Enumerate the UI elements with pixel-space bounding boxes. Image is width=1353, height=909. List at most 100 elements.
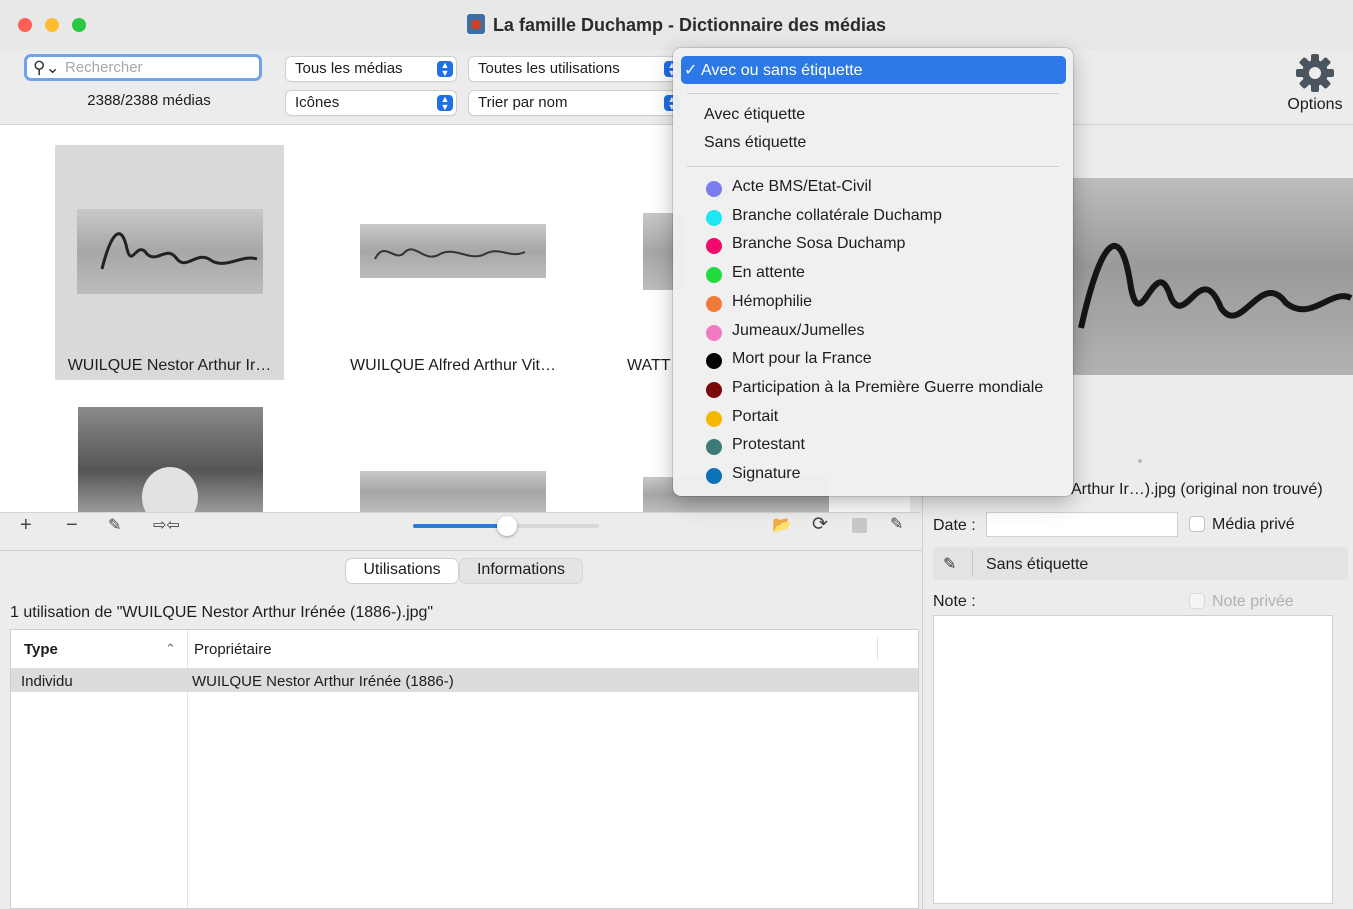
column-header-type[interactable]: Type — [24, 641, 58, 658]
media-thumbnail[interactable] — [78, 407, 263, 512]
media-filter-popup[interactable]: Tous les médias ▲ ▼ — [286, 57, 456, 81]
media-caption: WUILQUE Nestor Arthur Ir… — [67, 357, 272, 374]
tag-label: Protestant — [732, 436, 805, 454]
gear-icon — [1296, 54, 1334, 92]
refresh-button[interactable]: ⟳ — [812, 513, 828, 536]
menu-item-tag[interactable]: Acte BMS/Etat-Civil — [673, 174, 1073, 202]
tag-value: Sans étiquette — [986, 556, 1089, 573]
tag-color-dot-icon — [706, 238, 722, 255]
date-field[interactable] — [986, 512, 1178, 537]
date-label: Date : — [933, 517, 976, 534]
edit-media-button[interactable]: ✎ — [108, 515, 121, 535]
app-icon — [466, 14, 485, 34]
tag-filter-menu: ✓ Avec ou sans étiquette Avec étiquette … — [673, 48, 1073, 496]
menu-separator — [687, 93, 1059, 94]
media-preview — [1071, 178, 1353, 375]
usage-filter-popup[interactable]: Toutes les utilisations ▲ ▼ — [469, 57, 683, 81]
tag-label: Acte BMS/Etat-Civil — [732, 178, 872, 195]
menu-item-tag[interactable]: Mort pour la France — [673, 346, 1073, 374]
divider — [972, 550, 973, 577]
menu-item-tag[interactable]: Participation à la Première Guerre mondi… — [673, 375, 1073, 403]
menu-item-tag[interactable]: Signature — [673, 461, 1073, 489]
tag-label: En attente — [732, 264, 805, 282]
row-owner-cell: WUILQUE Nestor Arthur Irénée (1886-) — [192, 673, 454, 690]
menu-item-tag[interactable]: Jumeaux/Jumelles — [673, 318, 1073, 346]
media-thumbnail — [77, 209, 263, 294]
checkmark-icon: ✓ — [684, 62, 701, 79]
tag-color-dot-icon — [706, 468, 722, 484]
tag-label: Portait — [732, 407, 779, 425]
refresh-icon: ⟳ — [812, 514, 828, 535]
media-filename: Arthur Ir…).jpg (original non trouvé) — [1071, 481, 1323, 498]
menu-item-tag[interactable]: Hémophilie — [673, 289, 1073, 317]
sort-value: Trier par nom — [478, 94, 568, 111]
tab-informations[interactable]: Informations — [460, 559, 582, 583]
edit-square-icon: ✎ — [890, 516, 904, 533]
menu-item-tag[interactable]: Portait — [673, 404, 1073, 432]
view-mode-value: Icônes — [295, 94, 340, 111]
edit-info-button[interactable]: ✎ — [890, 514, 903, 534]
save-button[interactable] — [852, 518, 867, 533]
menu-item-tag[interactable]: Branche Sosa Duchamp — [673, 231, 1073, 259]
view-mode-popup[interactable]: Icônes ▲ ▼ — [286, 91, 456, 115]
splitter-handle[interactable] — [1138, 459, 1142, 463]
options-button[interactable]: Options — [1280, 52, 1350, 122]
tag-label: Participation à la Première Guerre mondi… — [732, 378, 1044, 396]
media-thumbnail[interactable] — [360, 224, 546, 278]
media-filter-value: Tous les médias — [295, 60, 403, 77]
add-media-button[interactable]: + — [20, 514, 32, 537]
private-note-label: Note privée — [1212, 593, 1294, 610]
tab-utilisations[interactable]: Utilisations — [346, 559, 458, 583]
table-row[interactable] — [11, 668, 918, 692]
tag-label: Hémophilie — [732, 292, 813, 310]
usage-summary: 1 utilisation de "WUILQUE Nestor Arthur … — [10, 604, 434, 621]
tag-label: Signature — [732, 465, 801, 482]
tag-color-dot-icon — [706, 324, 722, 341]
menu-item-tag[interactable]: Branche collatérale Duchamp — [673, 203, 1073, 231]
private-media-checkbox[interactable] — [1189, 516, 1205, 532]
remove-media-button[interactable]: − — [66, 514, 78, 537]
tag-label: Branche collatérale Duchamp — [732, 206, 942, 224]
note-label: Note : — [933, 593, 976, 610]
open-folder-button[interactable]: 📂 — [772, 515, 792, 535]
column-header-owner[interactable]: Propriétaire — [194, 641, 272, 658]
search-input[interactable]: ⚲⌄ Rechercher — [24, 54, 262, 81]
media-caption: WUILQUE Alfred Arthur Vit… — [350, 357, 556, 374]
tag-label: Branche Sosa Duchamp — [732, 235, 906, 253]
thumbnail-size-slider[interactable] — [413, 516, 599, 536]
search-placeholder: Rechercher — [65, 59, 143, 76]
tag-color-dot-icon — [706, 439, 722, 456]
tag-color-dot-icon — [706, 209, 722, 226]
chevron-updown-icon: ▲ ▼ — [437, 95, 453, 112]
pencil-icon: ✎ — [108, 517, 122, 534]
slider-knob[interactable] — [497, 516, 517, 536]
tag-color-dot-icon — [706, 295, 722, 312]
private-note-checkbox[interactable] — [1189, 593, 1205, 609]
media-thumbnail[interactable] — [360, 471, 546, 512]
usage-filter-value: Toutes les utilisations — [478, 60, 620, 77]
merge-media-button[interactable]: ⇨⇦ — [153, 515, 180, 535]
menu-item-selected[interactable]: ✓ Avec ou sans étiquette — [681, 56, 1066, 84]
slider-fill — [413, 524, 505, 528]
tag-color-dot-icon — [706, 381, 722, 398]
menu-item-tag[interactable]: Protestant — [673, 432, 1073, 460]
usage-table — [10, 629, 919, 909]
pencil-icon[interactable]: ✎ — [943, 554, 956, 574]
tag-color-dot-icon — [706, 267, 722, 284]
search-icon[interactable]: ⚲⌄ — [33, 58, 60, 78]
merge-arrows-icon: ⇨⇦ — [153, 517, 180, 534]
menu-item-tag[interactable]: En attente — [673, 260, 1073, 288]
menu-item-without-tag[interactable]: Sans étiquette — [673, 130, 1073, 158]
menu-item-with-tag[interactable]: Avec étiquette — [673, 102, 1073, 130]
chevron-updown-icon: ▲ ▼ — [437, 61, 453, 78]
tag-label: Jumeaux/Jumelles — [732, 321, 865, 339]
media-count: 2388/2388 médias — [87, 92, 211, 109]
window-title: La famille Duchamp - Dictionnaire des mé… — [0, 14, 1353, 36]
tag-color-dot-icon — [706, 410, 722, 427]
tag-color-dot-icon — [706, 181, 722, 197]
media-caption: WATT — [627, 357, 671, 374]
sort-popup[interactable]: Trier par nom ▲ ▼ — [469, 91, 683, 115]
folder-icon: 📂 — [772, 517, 792, 534]
options-label: Options — [1287, 96, 1343, 113]
note-textarea[interactable] — [933, 615, 1333, 904]
